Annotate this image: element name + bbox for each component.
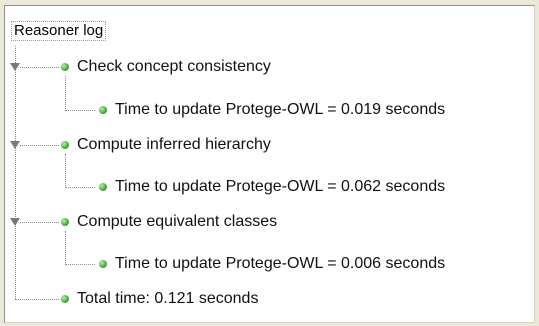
tree-connector	[15, 299, 59, 300]
tree-connector	[65, 187, 95, 188]
tree-leaf-update-time-1[interactable]: Time to update Protege-OWL = 0.019 secon…	[115, 101, 445, 119]
expanded-triangle-icon[interactable]	[10, 140, 20, 150]
green-dot-icon	[99, 183, 107, 191]
tree-node-compute-equivalent[interactable]: Compute equivalent classes	[77, 213, 277, 231]
tree-root-label[interactable]: Reasoner log	[11, 21, 107, 41]
reasoner-log-panel: Reasoner log Check concept consistency T…	[4, 5, 535, 323]
tree-connector	[20, 222, 59, 223]
tree-connector	[65, 231, 66, 265]
tree-connector	[65, 154, 66, 188]
tree-connector	[20, 67, 59, 68]
expanded-triangle-icon[interactable]	[10, 217, 20, 227]
expanded-triangle-icon[interactable]	[10, 62, 20, 72]
tree-node-check-consistency[interactable]: Check concept consistency	[77, 58, 271, 76]
green-dot-icon	[99, 106, 107, 114]
tree-node-compute-hierarchy[interactable]: Compute inferred hierarchy	[77, 136, 271, 154]
tree-connector	[20, 145, 59, 146]
tree-connector	[65, 264, 95, 265]
tree-root-connector	[15, 46, 16, 299]
tree-connector	[65, 110, 95, 111]
green-dot-icon	[61, 141, 69, 149]
green-dot-icon	[99, 260, 107, 268]
green-dot-icon	[61, 218, 69, 226]
tree-leaf-update-time-3[interactable]: Time to update Protege-OWL = 0.006 secon…	[115, 255, 445, 273]
tree-node-total-time[interactable]: Total time: 0.121 seconds	[77, 290, 258, 308]
tree-leaf-update-time-2[interactable]: Time to update Protege-OWL = 0.062 secon…	[115, 178, 445, 196]
tree-connector	[65, 76, 66, 111]
green-dot-icon	[61, 295, 69, 303]
green-dot-icon	[61, 63, 69, 71]
